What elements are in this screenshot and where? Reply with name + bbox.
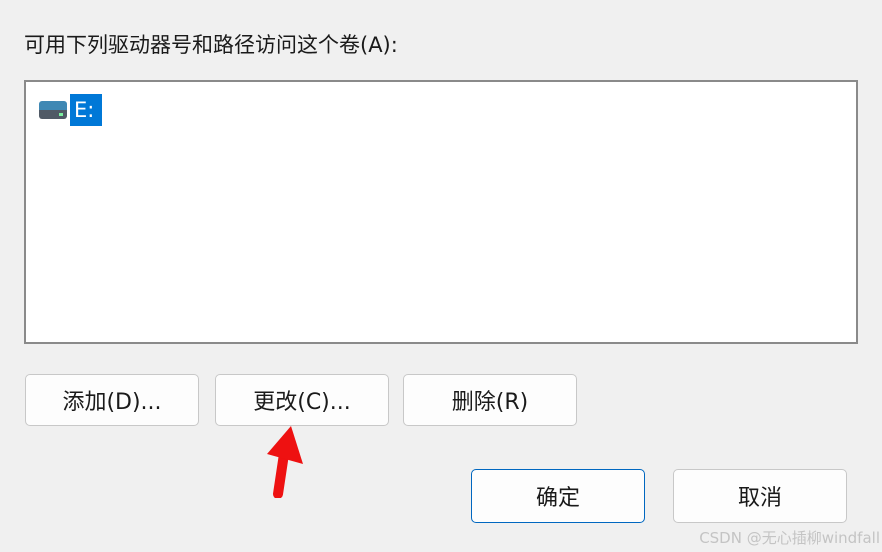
watermark: CSDN @无心插柳windfall bbox=[699, 529, 880, 547]
remove-button[interactable]: 删除(R) bbox=[403, 374, 577, 426]
instruction-label: 可用下列驱动器号和路径访问这个卷(A): bbox=[24, 33, 398, 57]
list-item-label: E: bbox=[70, 94, 103, 126]
drive-letter-list[interactable]: E: bbox=[24, 80, 858, 344]
add-button[interactable]: 添加(D)... bbox=[25, 374, 199, 426]
change-button[interactable]: 更改(C)... bbox=[215, 374, 389, 426]
ok-button[interactable]: 确定 bbox=[471, 469, 645, 523]
list-item-drive-e[interactable]: E: bbox=[38, 94, 103, 126]
drive-icon bbox=[38, 101, 68, 119]
cancel-button[interactable]: 取消 bbox=[673, 469, 847, 523]
red-arrow-annotation bbox=[267, 426, 303, 498]
